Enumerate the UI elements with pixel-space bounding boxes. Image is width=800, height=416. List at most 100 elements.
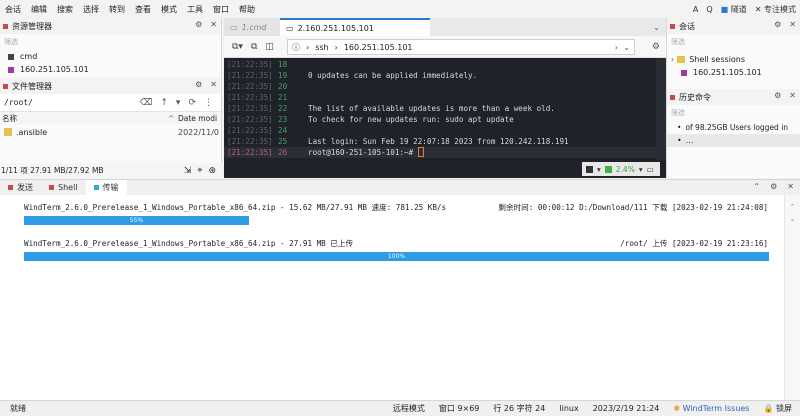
menu-view[interactable]: 查看 bbox=[130, 4, 156, 15]
table-row[interactable]: .ansible 2022/11/0 bbox=[0, 124, 221, 140]
menu-goto[interactable]: 转到 bbox=[104, 4, 130, 15]
tunnel-button[interactable]: ■ 隧道 bbox=[721, 4, 747, 15]
terminal-line: [21:22:35] 25 Last login: Sun Feb 19 22:07… bbox=[227, 137, 569, 146]
dropdown-icon[interactable]: ▾ bbox=[176, 98, 181, 108]
tab-ssh-host[interactable]: ▭ 2.160.251.105.101 bbox=[280, 18, 430, 36]
menu-help[interactable]: 帮助 bbox=[234, 4, 260, 15]
issues-link[interactable]: ✱ WindTerm Issues bbox=[673, 404, 749, 413]
resource-monitor[interactable]: ▾ 2.4% ▾ ▭ bbox=[582, 162, 660, 176]
search-icon[interactable]: Q bbox=[706, 5, 712, 14]
history-item[interactable]: • of 98.25GB Users logged in bbox=[667, 121, 800, 134]
tab-send[interactable]: 发送 bbox=[0, 180, 41, 196]
terminal-icon bbox=[8, 53, 14, 60]
new-session-icon[interactable]: ⧉▾ bbox=[232, 42, 243, 52]
font-button[interactable]: A bbox=[693, 5, 698, 14]
lock-screen-button[interactable]: 🔒 锁屏 bbox=[763, 403, 792, 414]
more-icon[interactable]: ⋮ bbox=[204, 98, 213, 108]
sessions-header: 会话 ⚙ ✕ bbox=[667, 18, 800, 34]
scroll-up-icon[interactable]: ⌃ bbox=[785, 203, 800, 211]
transfer-progress-bar: 100% bbox=[24, 252, 769, 261]
settings-icon[interactable]: ⚙ bbox=[770, 182, 777, 191]
col-name[interactable]: 名称 bbox=[0, 113, 17, 124]
left-panel: 资源管理器 ⚙ ✕ 筛选 cmd 160.251.105.101 文件管理器 ⚙ ✕… bbox=[0, 18, 222, 178]
terminal-scrollbar[interactable] bbox=[656, 58, 666, 160]
cpu-usage: 2.4% bbox=[615, 164, 635, 174]
tab-shell[interactable]: Shell bbox=[41, 180, 86, 196]
terminal-line: [21:22:35] 21 bbox=[227, 93, 288, 102]
explorer-header: 资源管理器 ⚙ ✕ bbox=[0, 18, 221, 34]
host-icon bbox=[8, 66, 14, 73]
focus-mode-button[interactable]: ✕ 专注模式 bbox=[755, 4, 796, 15]
chevron-down-icon[interactable]: ⌄ bbox=[653, 23, 660, 32]
path-input[interactable]: /root/ bbox=[4, 98, 33, 107]
clear-icon[interactable]: ⌫ bbox=[140, 98, 153, 108]
sessions-filter-input[interactable]: 筛选 bbox=[669, 35, 798, 49]
tab-transfer[interactable]: 传输 bbox=[85, 179, 127, 196]
session-item[interactable]: 160.251.105.101 bbox=[667, 66, 800, 79]
explorer-filter-input[interactable]: 筛选 bbox=[2, 35, 219, 49]
focus-icon: ✕ bbox=[754, 4, 762, 14]
address-bar[interactable]: ⓘ › ssh › 160.251.105.101 › ⌄ bbox=[287, 39, 635, 55]
menu-session[interactable]: 会话 bbox=[0, 4, 26, 15]
sync-icon[interactable]: ⊛ bbox=[208, 166, 216, 176]
location-icon[interactable]: ⌖ bbox=[197, 166, 202, 176]
col-date[interactable]: Date modi bbox=[178, 114, 217, 123]
menu-edit[interactable]: 编辑 bbox=[26, 4, 52, 15]
settings-icon[interactable]: ⚙ bbox=[774, 20, 781, 29]
explorer-item-cmd[interactable]: cmd bbox=[0, 50, 221, 63]
settings-icon[interactable]: ⚙ bbox=[195, 20, 202, 29]
chevron-down-icon[interactable]: ⌄ bbox=[623, 43, 630, 52]
tab-marker-icon bbox=[93, 185, 99, 190]
scroll-down-icon[interactable]: ⌄ bbox=[785, 215, 800, 223]
settings-icon[interactable]: ⚙ bbox=[652, 42, 660, 52]
tab-cmd[interactable]: ▭ 1.cmd bbox=[224, 18, 280, 36]
tab-label: Shell bbox=[58, 183, 78, 192]
tab-label: 1.cmd bbox=[241, 22, 267, 32]
close-icon[interactable]: ✕ bbox=[210, 20, 217, 29]
sessions-folder[interactable]: › Shell sessions bbox=[667, 53, 800, 66]
file-manager-title: 文件管理器 bbox=[12, 81, 52, 91]
expand-icon[interactable]: › bbox=[615, 43, 618, 52]
menu-search[interactable]: 搜索 bbox=[52, 4, 78, 15]
lock-icon: 🔒 bbox=[763, 404, 774, 413]
status-mode[interactable]: 远程模式 bbox=[393, 403, 425, 414]
settings-icon[interactable]: ⚙ bbox=[195, 80, 202, 89]
goto-icon[interactable]: ⇲ bbox=[184, 166, 192, 176]
menu-bar: 会话 编辑 搜索 选择 转到 查看 模式 工具 窗口 帮助 A Q ■ 隧道 ✕… bbox=[0, 0, 800, 18]
explorer-item-label: cmd bbox=[20, 52, 38, 61]
chevron-right-icon: › bbox=[671, 55, 675, 64]
chevron-up-icon[interactable]: ⌃ bbox=[753, 182, 760, 191]
history-item[interactable]: • ... bbox=[667, 134, 800, 147]
close-icon[interactable]: ✕ bbox=[789, 20, 796, 29]
transfer-name: WindTerm_2.6.0_Prerelease_1_Windows_Port… bbox=[24, 239, 354, 248]
history-header: 历史命令 ⚙ ✕ bbox=[667, 89, 800, 105]
menu-select[interactable]: 选择 bbox=[78, 4, 104, 15]
menu-mode[interactable]: 模式 bbox=[156, 4, 182, 15]
explorer-item-host[interactable]: 160.251.105.101 bbox=[0, 63, 221, 76]
settings-icon[interactable]: ⚙ bbox=[774, 91, 781, 100]
chevron-down-icon: ▾ bbox=[597, 164, 601, 174]
close-icon[interactable]: ✕ bbox=[787, 182, 794, 191]
history-filter-input[interactable]: 筛选 bbox=[669, 106, 798, 120]
duplicate-icon[interactable]: ⧉ bbox=[251, 42, 257, 52]
address-proto: ssh bbox=[315, 42, 329, 52]
menu-window[interactable]: 窗口 bbox=[208, 4, 234, 15]
close-icon[interactable]: ✕ bbox=[210, 80, 217, 89]
transfer-scrollbar[interactable]: ⌃ ⌄ bbox=[784, 195, 800, 400]
sessions-title: 会话 bbox=[679, 21, 695, 31]
bug-icon: ✱ bbox=[673, 404, 681, 413]
right-panel: 会话 ⚙ ✕ 筛选 › Shell sessions 160.251.105.10… bbox=[666, 18, 800, 178]
tunnel-icon: ■ bbox=[720, 4, 729, 14]
menu-tools[interactable]: 工具 bbox=[182, 4, 208, 15]
close-icon[interactable]: ✕ bbox=[789, 91, 796, 100]
tab-marker-icon bbox=[8, 185, 13, 190]
terminal-line: [21:22:35] 19 0 updates can be applied imm… bbox=[227, 71, 478, 80]
terminal-status: ▾ 2.4% ▾ ▭ bbox=[224, 160, 666, 178]
bullet-icon: • bbox=[677, 123, 682, 132]
terminal-output[interactable]: [21:22:35] 18 [21:22:35] 19 0 updates can b… bbox=[224, 58, 656, 160]
terminal-line: [21:22:35] 23 To check for new updates run… bbox=[227, 115, 514, 124]
file-date: 2022/11/0 bbox=[178, 127, 220, 137]
up-arrow-icon[interactable]: ↑ bbox=[160, 98, 168, 108]
refresh-icon[interactable]: ⟳ bbox=[188, 98, 196, 108]
split-icon[interactable]: ◫ bbox=[265, 42, 274, 52]
